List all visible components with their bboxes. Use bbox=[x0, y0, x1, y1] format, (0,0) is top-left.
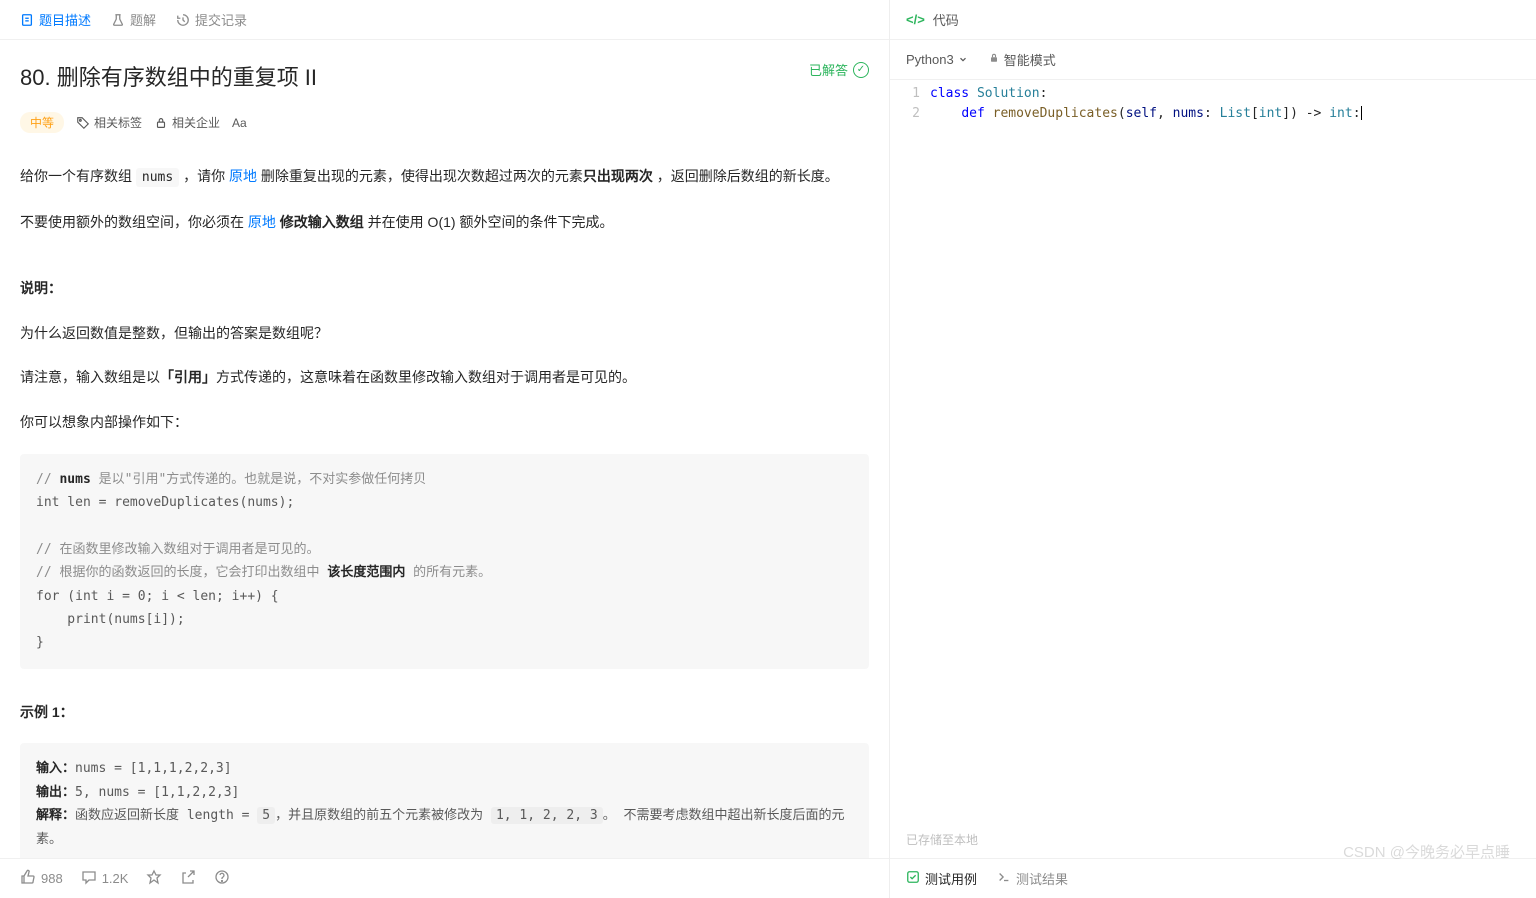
terminal-icon bbox=[997, 870, 1011, 887]
hints-button[interactable]: Aa bbox=[232, 116, 247, 130]
pseudo-code-block: // nums 是以"引用"方式传递的。也就是说，不对实参做任何拷贝 int l… bbox=[20, 454, 869, 669]
thumbs-up-icon bbox=[20, 869, 36, 888]
comment-icon bbox=[81, 869, 97, 888]
related-tags[interactable]: 相关标签 bbox=[76, 114, 142, 131]
flask-icon bbox=[111, 13, 125, 27]
tag-icon bbox=[76, 116, 90, 130]
problem-body: 给你一个有序数组 nums ，请你 原地 删除重复出现的元素，使得出现次数超过两… bbox=[20, 163, 869, 858]
star-icon bbox=[146, 869, 162, 888]
code-header: </> 代码 bbox=[890, 0, 1536, 40]
tab-solution-label: 题解 bbox=[130, 10, 156, 29]
language-selector[interactable]: Python3 bbox=[906, 52, 968, 67]
chevron-down-icon bbox=[958, 52, 968, 67]
tab-submissions-label: 提交记录 bbox=[195, 10, 247, 29]
share-icon bbox=[180, 869, 196, 888]
problem-tabs: 题目描述 题解 提交记录 bbox=[0, 0, 889, 40]
solved-badge: 已解答 ✓ bbox=[809, 60, 869, 79]
code-editor[interactable]: 1 2 class Solution: def removeDuplicates… bbox=[890, 80, 1536, 821]
like-button[interactable]: 988 bbox=[20, 869, 63, 888]
share-button[interactable] bbox=[180, 869, 196, 888]
question-icon bbox=[214, 869, 230, 888]
language-bar: Python3 智能模式 bbox=[890, 40, 1536, 80]
code-area[interactable]: class Solution: def removeDuplicates(sel… bbox=[930, 84, 1536, 821]
check-square-icon bbox=[906, 870, 920, 887]
tab-solution[interactable]: 题解 bbox=[111, 10, 156, 29]
example1-block: 输入：nums = [1,1,1,2,2,3] 输出：5, nums = [1,… bbox=[20, 743, 869, 858]
description-icon bbox=[20, 13, 34, 27]
line-gutter: 1 2 bbox=[890, 84, 930, 821]
difficulty-badge: 中等 bbox=[20, 112, 64, 133]
help-button[interactable] bbox=[214, 869, 230, 888]
test-results-tab[interactable]: 测试结果 bbox=[997, 869, 1068, 888]
tab-description-label: 题目描述 bbox=[39, 10, 91, 29]
smart-mode[interactable]: 智能模式 bbox=[988, 50, 1056, 69]
watermark: CSDN @今晚务必早点睡 bbox=[1343, 841, 1510, 862]
code-icon: </> bbox=[906, 12, 925, 27]
history-icon bbox=[176, 13, 190, 27]
problem-title: 80. 删除有序数组中的重复项 II bbox=[20, 60, 317, 92]
tab-submissions[interactable]: 提交记录 bbox=[176, 10, 247, 29]
problem-content[interactable]: 80. 删除有序数组中的重复项 II 已解答 ✓ 中等 相关标签 bbox=[0, 40, 889, 858]
code-panel: </> 代码 Python3 智能模式 1 2 bbox=[890, 0, 1536, 898]
tab-description[interactable]: 题目描述 bbox=[20, 10, 91, 29]
favorite-button[interactable] bbox=[146, 869, 162, 888]
code-header-label: 代码 bbox=[933, 10, 959, 29]
test-tabs: 测试用例 测试结果 bbox=[890, 858, 1536, 898]
lock-icon bbox=[988, 52, 1000, 67]
solved-label: 已解答 bbox=[809, 60, 848, 79]
problem-footer: 988 1.2K bbox=[0, 858, 889, 898]
inplace-link[interactable]: 原地 bbox=[229, 168, 257, 184]
example1-heading: 示例 1： bbox=[20, 704, 74, 720]
test-cases-tab[interactable]: 测试用例 bbox=[906, 869, 977, 888]
problem-meta: 中等 相关标签 相关企业 Aa bbox=[20, 112, 869, 133]
inplace-link-2[interactable]: 原地 bbox=[248, 214, 280, 230]
related-companies[interactable]: 相关企业 bbox=[154, 114, 220, 131]
comments-button[interactable]: 1.2K bbox=[81, 869, 129, 888]
problem-panel: 题目描述 题解 提交记录 80. 删除有序数组中的重复项 II 已解答 bbox=[0, 0, 890, 898]
check-circle-icon: ✓ bbox=[853, 62, 869, 78]
explain-heading: 说明： bbox=[20, 280, 62, 296]
lock-icon bbox=[154, 116, 168, 130]
